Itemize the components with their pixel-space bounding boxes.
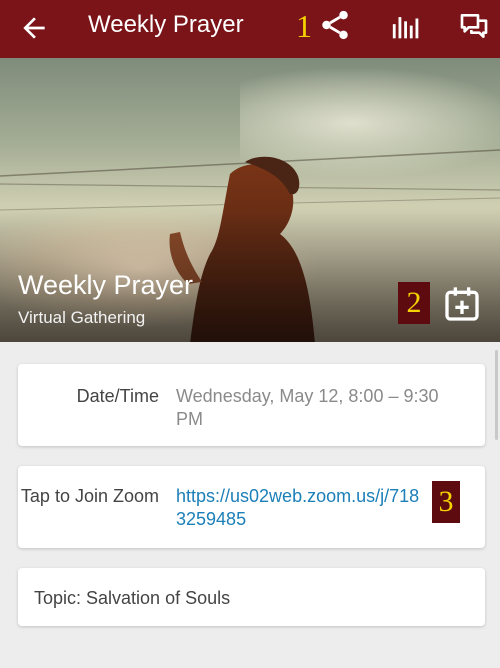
datetime-value: Wednesday, May 12, 8:00 – 9:30 PM — [176, 386, 439, 429]
event-hero-image: Weekly Prayer Virtual Gathering 2 — [0, 58, 500, 342]
annotation-marker-2: 2 — [398, 282, 430, 324]
page-title: Weekly Prayer — [88, 11, 244, 38]
event-title: Weekly Prayer — [18, 270, 194, 300]
zoom-link[interactable]: https://us02web.zoom.us/j/7183259485 — [176, 485, 421, 531]
back-arrow-icon[interactable] — [18, 12, 50, 44]
annotation-marker-3: 3 — [432, 481, 460, 523]
annotation-marker-1: 1 — [296, 8, 312, 44]
scrollbar[interactable] — [495, 350, 498, 440]
chat-icon[interactable] — [458, 10, 490, 42]
add-to-calendar-icon[interactable] — [442, 284, 482, 324]
bar-chart-icon[interactable] — [390, 10, 424, 44]
share-icon[interactable] — [318, 8, 352, 42]
datetime-label: Date/Time — [76, 386, 159, 406]
join-zoom-card[interactable]: Tap to Join Zoom https://us02web.zoom.us… — [18, 466, 485, 548]
app-toolbar: Weekly Prayer 1 — [0, 0, 500, 58]
topic-text: Topic: Salvation of Souls — [34, 588, 231, 608]
join-label: Tap to Join Zoom — [20, 486, 159, 506]
topic-card: Topic: Salvation of Souls — [18, 568, 485, 626]
datetime-card: Date/Time Wednesday, May 12, 8:00 – 9:30… — [18, 364, 485, 446]
event-subtitle: Virtual Gathering — [18, 308, 146, 327]
